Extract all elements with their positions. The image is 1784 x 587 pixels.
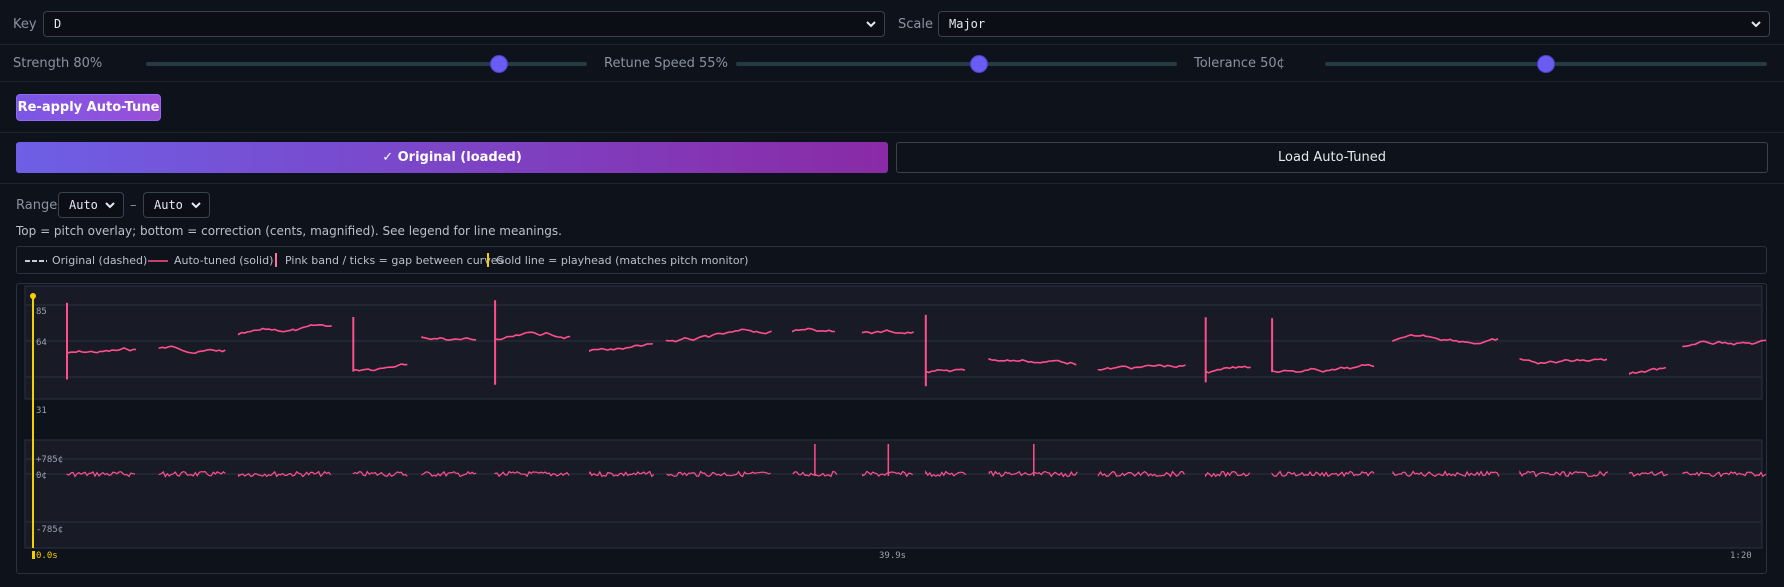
key-value: D xyxy=(54,17,62,31)
legend-autotuned: Auto-tuned (solid) xyxy=(174,254,274,267)
divider xyxy=(0,44,1784,45)
original-dashed-swatch xyxy=(25,260,47,262)
scale-value: Major xyxy=(949,17,986,31)
divider xyxy=(0,81,1784,82)
autotuned-solid-swatch xyxy=(148,260,168,262)
key-label: Key xyxy=(13,17,37,32)
scale-label: Scale xyxy=(898,17,933,32)
playhead-swatch xyxy=(487,253,489,267)
pitch-chart-container[interactable]: 85 64 31 +785¢ 0¢ -785¢ 0.0s 39.9s 1:20 xyxy=(16,283,1767,574)
retune-speed-slider[interactable] xyxy=(736,56,1177,72)
range-from-value: Auto xyxy=(69,198,98,212)
slider-thumb[interactable] xyxy=(490,56,507,72)
pitch-overlay-panel xyxy=(24,285,1763,400)
chevron-down-icon xyxy=(105,202,115,209)
legend: Original (dashed) Auto-tuned (solid) Pin… xyxy=(16,246,1767,274)
range-from-select[interactable]: Auto xyxy=(58,192,124,218)
key-select[interactable]: D xyxy=(43,11,885,37)
chevron-down-icon xyxy=(191,202,201,209)
retune-speed-label: Retune Speed 55% xyxy=(604,56,728,71)
pitch-axis-bottom: 31 xyxy=(36,406,47,416)
hint-text: Top = pitch overlay; bottom = correction… xyxy=(16,224,562,238)
load-autotuned-button[interactable]: Load Auto-Tuned xyxy=(896,142,1768,173)
cents-axis-top: +785¢ xyxy=(36,455,63,465)
pitch-chart[interactable]: 85 64 31 +785¢ 0¢ -785¢ 0.0s 39.9s 1:20 xyxy=(17,284,1766,573)
playhead-marker xyxy=(32,551,35,559)
range-to-select[interactable]: Auto xyxy=(143,192,210,218)
divider xyxy=(0,132,1784,133)
slider-track xyxy=(736,62,1177,66)
correction-panel xyxy=(24,439,1763,549)
reapply-autotune-button[interactable]: Re-apply Auto-Tune xyxy=(16,94,161,121)
tolerance-slider[interactable] xyxy=(1325,56,1767,72)
cents-axis-bottom: -785¢ xyxy=(36,525,63,535)
chevron-down-icon xyxy=(1751,21,1761,28)
slider-thumb[interactable] xyxy=(1538,56,1554,72)
cents-axis-mid: 0¢ xyxy=(36,471,47,481)
range-to-value: Auto xyxy=(154,198,183,212)
range-label: Range xyxy=(16,198,58,213)
gap-tick-swatch xyxy=(275,253,277,267)
range-separator: – xyxy=(130,198,137,213)
tolerance-label: Tolerance 50¢ xyxy=(1194,56,1285,71)
original-loaded-button[interactable]: ✓ Original (loaded) xyxy=(16,142,888,173)
slider-track xyxy=(146,62,587,66)
scale-select[interactable]: Major xyxy=(938,11,1770,37)
playhead-handle[interactable] xyxy=(30,293,36,299)
pitch-axis-mid: 64 xyxy=(36,338,47,348)
chevron-down-icon xyxy=(866,21,876,28)
slider-thumb[interactable] xyxy=(970,56,987,72)
time-axis-end: 1:20 xyxy=(1730,551,1752,561)
legend-original: Original (dashed) xyxy=(52,254,148,267)
divider xyxy=(0,183,1784,184)
legend-playhead: Gold line = playhead (matches pitch moni… xyxy=(496,254,749,267)
time-axis-start: 0.0s xyxy=(36,551,58,561)
strength-label: Strength 80% xyxy=(13,56,103,71)
pitch-axis-top: 85 xyxy=(36,307,47,317)
legend-gap: Pink band / ticks = gap between curves xyxy=(285,254,504,267)
time-axis-mid: 39.9s xyxy=(879,551,906,561)
strength-slider[interactable] xyxy=(146,56,587,72)
